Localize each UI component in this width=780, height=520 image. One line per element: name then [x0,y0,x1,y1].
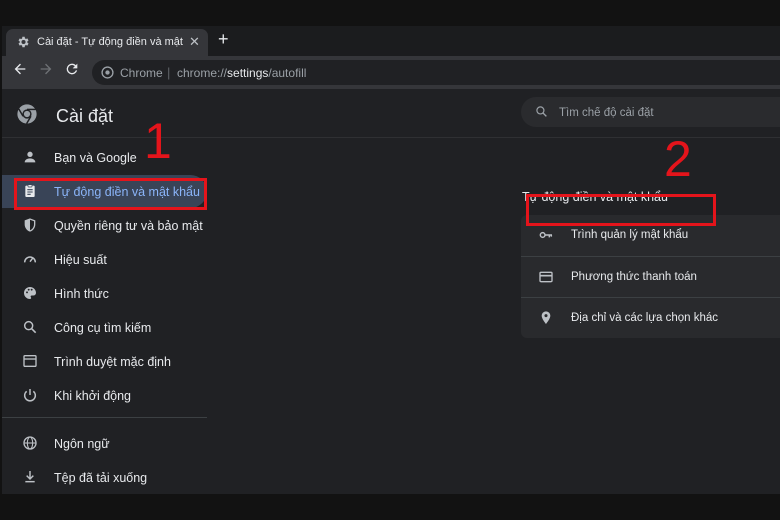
search-icon [22,319,38,335]
browser-icon [22,353,38,369]
sidebar-item-privacy[interactable]: Quyền riêng tư và bảo mật [2,209,207,242]
power-icon [22,387,38,403]
sidebar-item-label: Bạn và Google [54,151,137,165]
sidebar: Bạn và Google Tự động điền và mật khẩu Q… [2,138,212,494]
close-icon[interactable]: ✕ [189,34,200,50]
browser-window: Cài đặt - Tự động điền và mật khẩu ✕ + C… [2,26,780,494]
row-password-manager[interactable]: Trình quản lý mật khẩu [521,215,780,255]
sidebar-item-label: Hiệu suất [54,253,107,267]
sidebar-item-label: Công cụ tìm kiếm [54,321,152,335]
sidebar-divider [2,417,207,418]
sidebar-item-label: Quyền riêng tư và bảo mật [54,219,203,233]
row-label: Phương thức thanh toán [571,271,697,283]
tab-strip: Cài đặt - Tự động điền và mật khẩu ✕ + [2,26,780,56]
sidebar-item-on-startup[interactable]: Khi khởi động [2,379,207,412]
url-path: /autofill [268,66,307,80]
credit-card-icon [538,269,554,285]
site-label: Chrome [120,66,163,80]
download-icon [22,469,38,485]
tab-settings[interactable]: Cài đặt - Tự động điền và mật khẩu ✕ [6,29,208,56]
step2-number: 2 [664,131,692,187]
address-bar[interactable]: Chrome | chrome://settings/autofill [92,60,780,85]
gear-icon [16,35,30,49]
row-label: Địa chỉ và các lựa chọn khác [571,312,719,324]
row-payment-methods[interactable]: Phương thức thanh toán [521,257,780,297]
search-icon [535,105,548,118]
url-text: chrome://settings/autofill [177,66,306,80]
url-scheme: chrome:// [177,66,228,80]
sidebar-item-appearance[interactable]: Hình thức [2,277,207,310]
sidebar-item-search-engine[interactable]: Công cụ tìm kiếm [2,311,207,344]
search-input[interactable] [557,102,771,124]
row-addresses[interactable]: Địa chỉ và các lựa chọn khác [521,298,780,338]
person-icon [22,149,38,165]
sidebar-item-label: Trình duyệt mặc định [54,355,171,369]
sidebar-item-you-and-google[interactable]: Bạn và Google [2,141,207,174]
sidebar-item-downloads[interactable]: Tệp đã tải xuống [2,461,207,494]
url-host: settings [227,66,269,80]
sidebar-item-languages[interactable]: Ngôn ngữ [2,427,207,460]
page-title: Cài đặt [56,106,114,126]
forward-arrow-icon[interactable] [38,61,54,77]
url-separator: | [167,65,171,80]
sidebar-item-performance[interactable]: Hiệu suất [2,243,207,276]
globe-icon [22,435,38,451]
sidebar-item-label: Ngôn ngữ [54,437,110,451]
sidebar-item-label: Hình thức [54,287,109,301]
palette-icon [22,285,38,301]
reload-icon[interactable] [64,61,80,77]
main-content: Tự động điền và mật khẩu Trình quản lý m… [212,138,780,494]
chrome-logo-icon [16,103,38,125]
clipboard-icon [22,183,38,199]
chrome-logo-icon [101,66,114,79]
location-pin-icon [538,310,554,326]
sidebar-item-label: Tự động điền và mật khẩu [54,185,200,199]
sidebar-item-autofill[interactable]: Tự động điền và mật khẩu [2,175,207,208]
key-icon [538,227,554,243]
tab-title: Cài đặt - Tự động điền và mật khẩu [37,36,183,48]
speedometer-icon [22,251,38,267]
sidebar-item-label: Tệp đã tải xuống [54,471,148,485]
row-label: Trình quản lý mật khẩu [571,229,689,241]
section-title: Tự động điền và mật khẩu [522,190,668,204]
sidebar-item-default-browser[interactable]: Trình duyệt mặc định [2,345,207,378]
sidebar-item-label: Khi khởi động [54,389,131,403]
settings-search[interactable] [521,97,780,127]
autofill-card: Trình quản lý mật khẩu Phương thức thanh… [521,215,780,338]
step1-number: 1 [144,113,172,169]
new-tab-button[interactable]: + [218,29,229,50]
back-arrow-icon[interactable] [12,61,28,77]
toolbar: Chrome | chrome://settings/autofill [2,56,780,89]
shield-icon [22,217,38,233]
